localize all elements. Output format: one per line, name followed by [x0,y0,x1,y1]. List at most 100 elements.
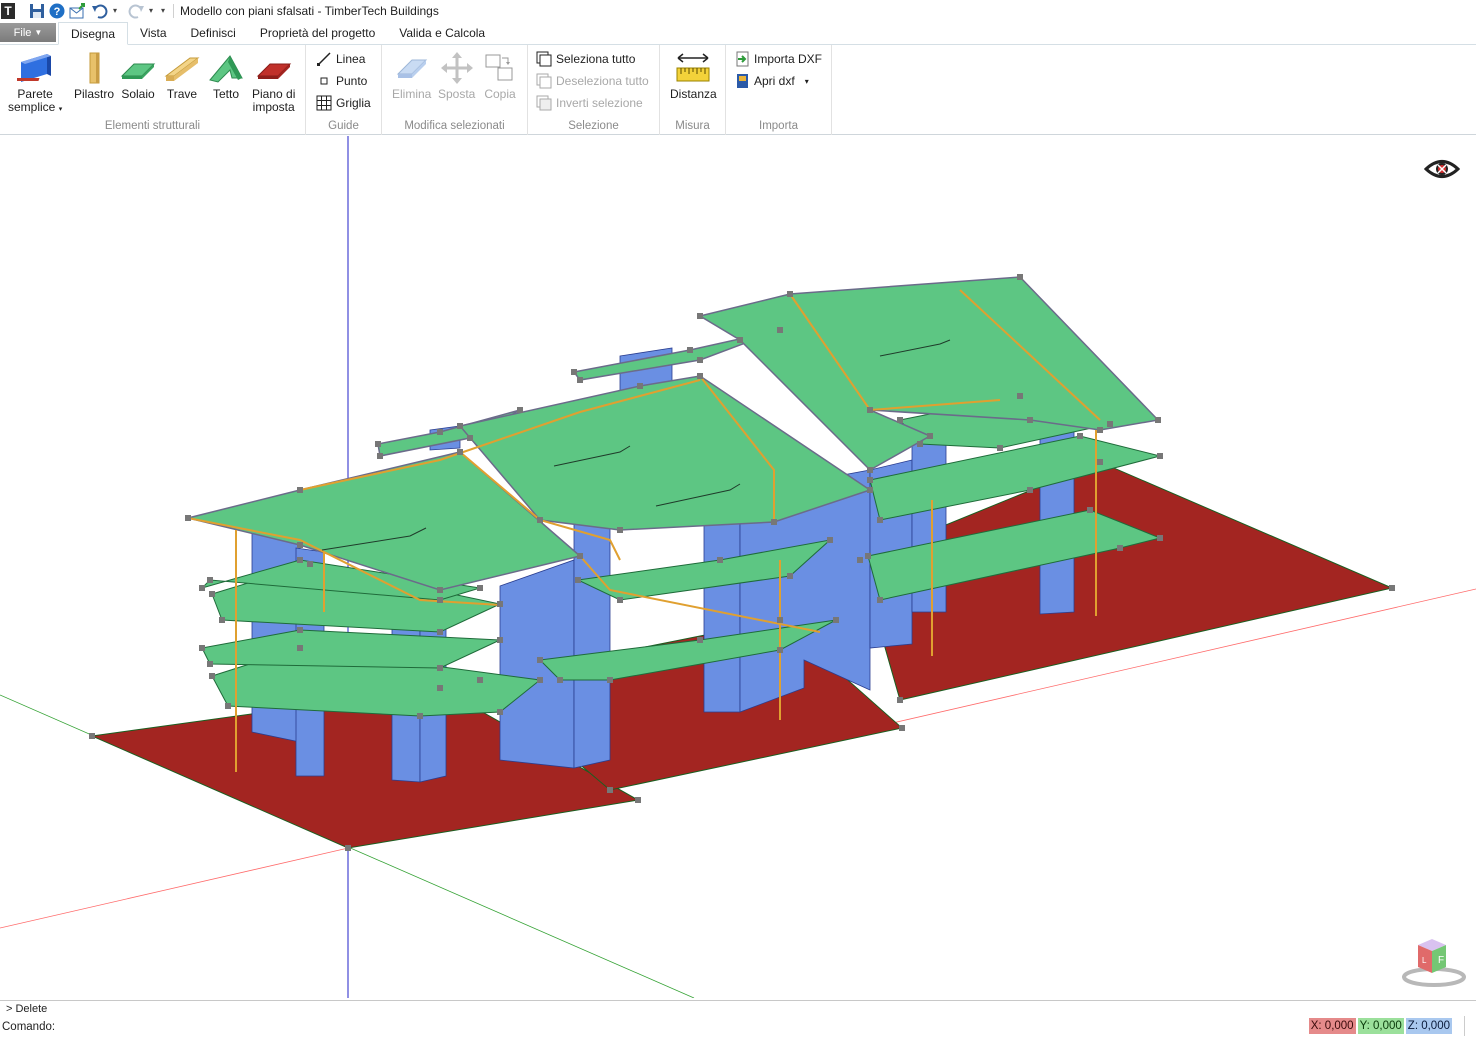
structural-node[interactable] [867,477,873,483]
structural-node[interactable] [617,597,623,603]
tetto-button[interactable]: Tetto [208,51,244,101]
command-scrollbar[interactable] [1464,1016,1474,1036]
slab-left-level-2[interactable] [201,629,501,669]
structural-node[interactable] [437,597,443,603]
structural-node[interactable] [899,725,905,731]
punto-button[interactable]: Punto [316,72,367,90]
tab-valida-calcola[interactable]: Valida e Calcola [387,22,497,44]
structural-node[interactable] [345,845,351,851]
structural-node[interactable] [1017,393,1023,399]
structural-node[interactable] [1157,535,1163,541]
structural-node[interactable] [437,429,443,435]
structural-node[interactable] [497,601,503,607]
trave-button[interactable]: Trave [164,51,200,101]
apri-dxf-button[interactable]: Apri dxf ▾ [736,72,809,90]
structural-node[interactable] [1107,421,1113,427]
structural-node[interactable] [297,487,303,493]
structural-node[interactable] [857,557,863,563]
structural-node[interactable] [537,657,543,663]
structural-node[interactable] [577,553,583,559]
structural-node[interactable] [89,733,95,739]
save-icon[interactable] [29,3,45,19]
structural-node[interactable] [1117,545,1123,551]
structural-node[interactable] [497,637,503,643]
pilastro-button[interactable]: Pilastro [74,51,114,101]
structural-node[interactable] [697,637,703,643]
structural-node[interactable] [867,407,873,413]
structural-node[interactable] [787,291,793,297]
structural-node[interactable] [537,517,543,523]
customize-qat-icon[interactable]: ▾ [161,6,165,15]
structural-node[interactable] [557,677,563,683]
structural-node[interactable] [777,327,783,333]
structural-node[interactable] [477,585,483,591]
structural-node[interactable] [437,587,443,593]
structural-node[interactable] [577,377,583,383]
redo-icon[interactable] [127,3,145,19]
structural-node[interactable] [917,441,923,447]
copia-button[interactable]: Copia [482,51,518,101]
structural-node[interactable] [1155,417,1161,423]
view-cube[interactable]: F L [1402,935,1466,990]
structural-node[interactable] [199,645,205,651]
structural-node[interactable] [497,709,503,715]
structural-node[interactable] [1077,433,1083,439]
structural-node[interactable] [697,373,703,379]
importa-dxf-button[interactable]: Importa DXF [736,50,822,68]
structural-node[interactable] [297,645,303,651]
tab-definisci[interactable]: Definisci [179,22,248,44]
structural-node[interactable] [787,573,793,579]
structural-node[interactable] [897,697,903,703]
structural-node[interactable] [1097,459,1103,465]
structural-node[interactable] [297,542,303,548]
structural-node[interactable] [207,577,213,583]
structural-node[interactable] [477,677,483,683]
linea-button[interactable]: Linea [316,50,365,68]
structural-node[interactable] [219,617,225,623]
structural-node[interactable] [717,557,723,563]
structural-node[interactable] [607,787,613,793]
structural-node[interactable] [777,617,783,623]
structural-node[interactable] [457,449,463,455]
structural-node[interactable] [417,713,423,719]
structural-node[interactable] [225,703,231,709]
undo-icon[interactable] [91,3,109,19]
distanza-button[interactable]: Distanza [670,51,717,101]
structural-node[interactable] [1157,453,1163,459]
structural-node[interactable] [635,797,641,803]
structural-node[interactable] [865,553,871,559]
structural-node[interactable] [575,577,581,583]
wall[interactable] [573,507,611,769]
structural-node[interactable] [209,591,215,597]
structural-node[interactable] [867,467,873,473]
file-menu-button[interactable]: File ▼ [0,23,56,42]
solaio-button[interactable]: Solaio [120,51,156,101]
structural-node[interactable] [877,517,883,523]
seleziona-tutto-button[interactable]: Seleziona tutto [536,50,635,68]
structural-node[interactable] [537,677,543,683]
structural-node[interactable] [297,557,303,563]
tab-disegna[interactable]: Disegna [58,22,129,45]
sposta-button[interactable]: Sposta [438,51,475,101]
structural-node[interactable] [997,445,1003,451]
structural-node[interactable] [737,337,743,343]
structural-node[interactable] [697,357,703,363]
structural-node[interactable] [867,487,873,493]
structural-node[interactable] [1027,487,1033,493]
redo-dropdown-icon[interactable]: ▾ [149,6,153,15]
undo-dropdown-icon[interactable]: ▾ [113,6,117,15]
structural-node[interactable] [199,585,205,591]
structural-node[interactable] [1017,274,1023,280]
piano-imposta-button[interactable]: Piano di imposta [252,51,295,114]
building-model-scene[interactable] [0,136,1476,998]
structural-node[interactable] [297,627,303,633]
help-icon[interactable]: ? [49,3,65,19]
structural-node[interactable] [517,407,523,413]
structural-node[interactable] [377,453,383,459]
structural-node[interactable] [607,677,613,683]
structural-node[interactable] [1087,507,1093,513]
structural-node[interactable] [697,313,703,319]
structural-node[interactable] [827,537,833,543]
structural-node[interactable] [437,685,443,691]
tab-proprieta-progetto[interactable]: Proprietà del progetto [248,22,387,44]
